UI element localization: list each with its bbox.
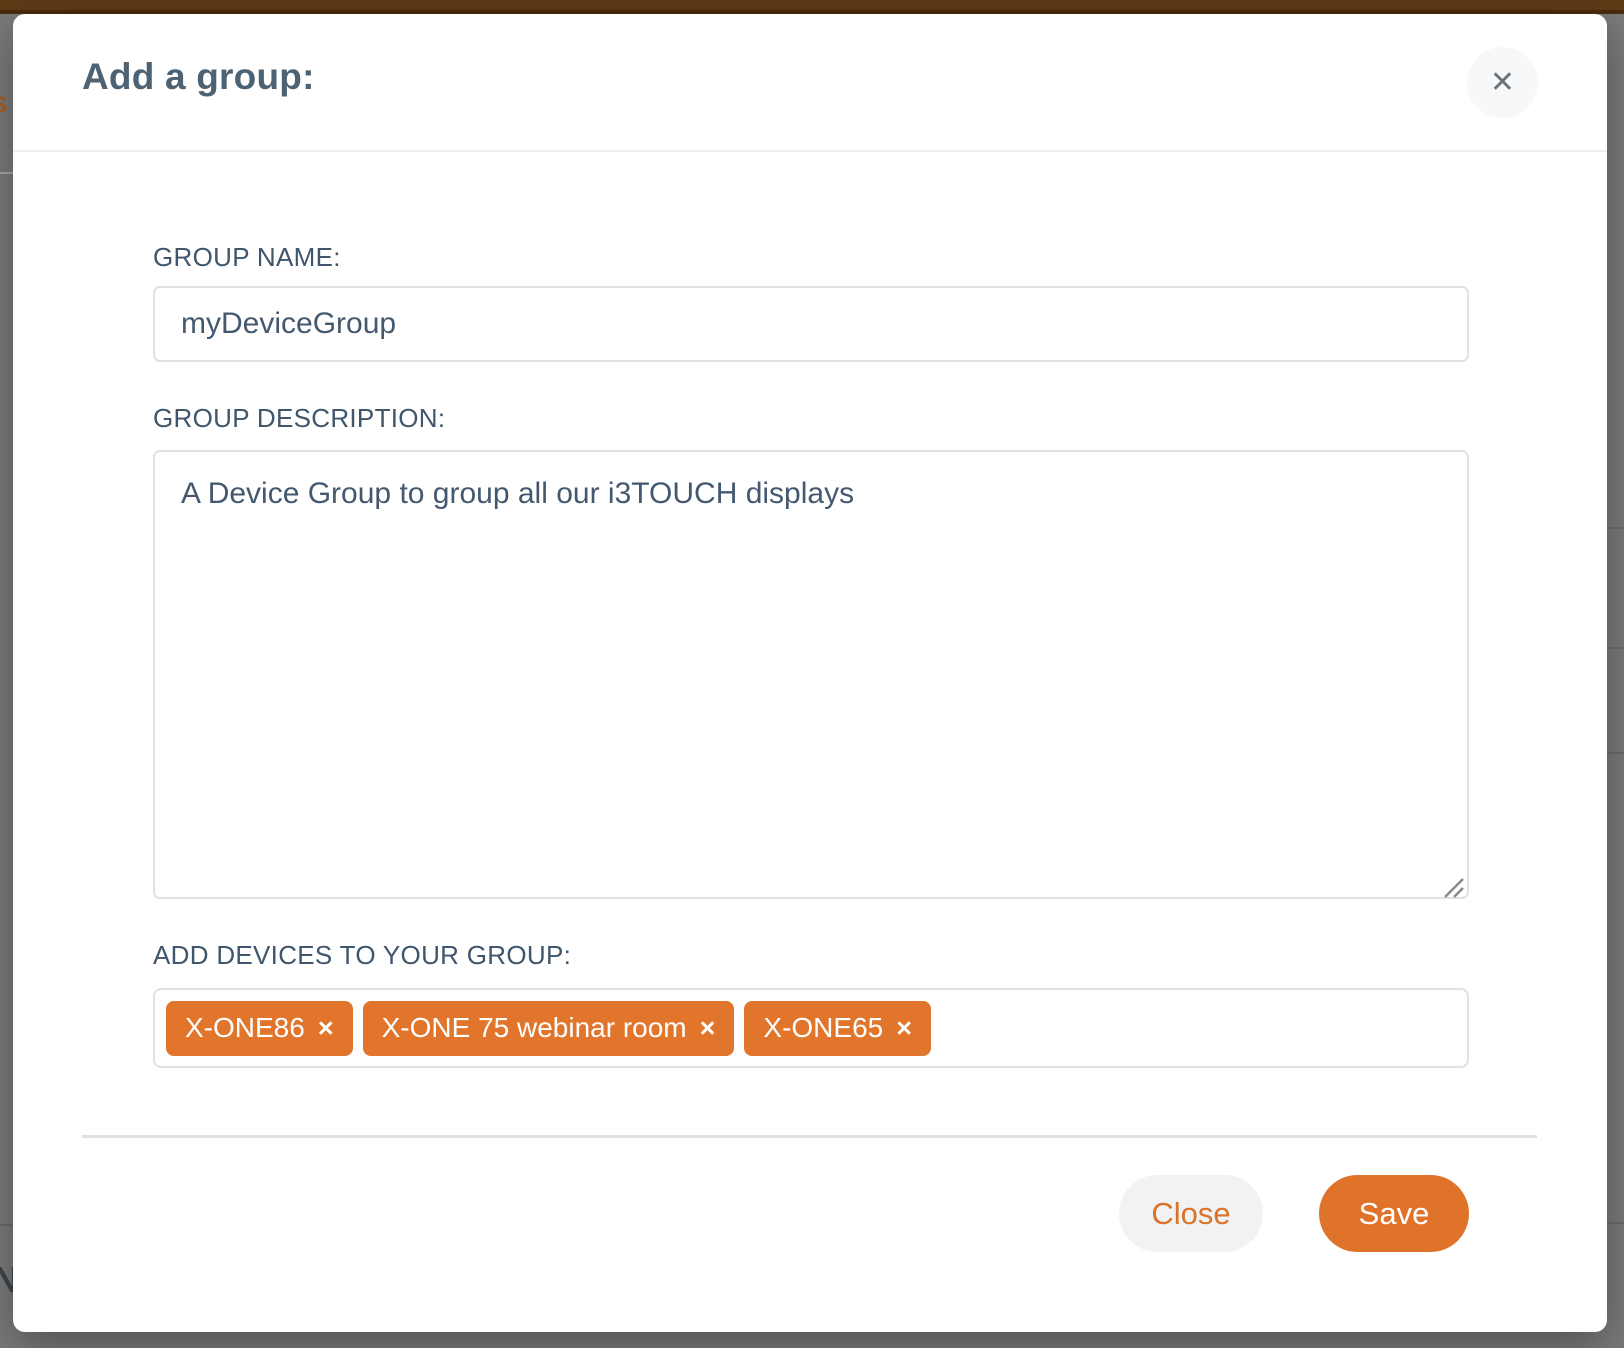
device-tag[interactable]: X-ONE65 × — [744, 1001, 931, 1056]
background-row-line — [1607, 647, 1624, 649]
header-divider — [13, 150, 1607, 152]
group-name-label: GROUP NAME: — [153, 242, 341, 273]
background-row-line — [1607, 752, 1624, 754]
close-button[interactable]: Close — [1119, 1175, 1263, 1252]
device-tag-label: X-ONE86 — [185, 1012, 305, 1044]
device-tags-field[interactable]: X-ONE86 × X-ONE 75 webinar room × X-ONE65 × — [153, 988, 1469, 1068]
background-row-line — [0, 1224, 13, 1226]
group-name-input[interactable] — [153, 286, 1469, 362]
device-tag-label: X-ONE 75 webinar room — [382, 1012, 687, 1044]
group-description-textarea[interactable]: A Device Group to group all our i3TOUCH … — [153, 450, 1469, 899]
device-tag-label: X-ONE65 — [763, 1012, 883, 1044]
modal-title: Add a group: — [82, 56, 315, 98]
close-modal-button[interactable]: ✕ — [1467, 47, 1538, 118]
close-icon: ✕ — [1490, 68, 1515, 98]
background-row-line — [1607, 1222, 1624, 1224]
device-tag[interactable]: X-ONE86 × — [166, 1001, 353, 1056]
add-devices-label: ADD DEVICES TO YOUR GROUP: — [153, 940, 571, 971]
remove-tag-icon[interactable]: × — [896, 1015, 912, 1042]
footer-divider — [82, 1135, 1537, 1138]
background-header-bar — [0, 0, 1624, 14]
add-group-modal: Add a group: ✕ GROUP NAME: GROUP DESCRIP… — [13, 14, 1607, 1332]
background-row-line — [1607, 527, 1624, 529]
remove-tag-icon[interactable]: × — [700, 1015, 716, 1042]
background-text-fragment-left: s — [0, 88, 8, 118]
textarea-resize-handle[interactable] — [1441, 876, 1465, 898]
background-row-line — [0, 172, 13, 174]
device-tag[interactable]: X-ONE 75 webinar room × — [363, 1001, 735, 1056]
group-description-label: GROUP DESCRIPTION: — [153, 403, 445, 434]
save-button[interactable]: Save — [1319, 1175, 1469, 1252]
remove-tag-icon[interactable]: × — [318, 1015, 334, 1042]
